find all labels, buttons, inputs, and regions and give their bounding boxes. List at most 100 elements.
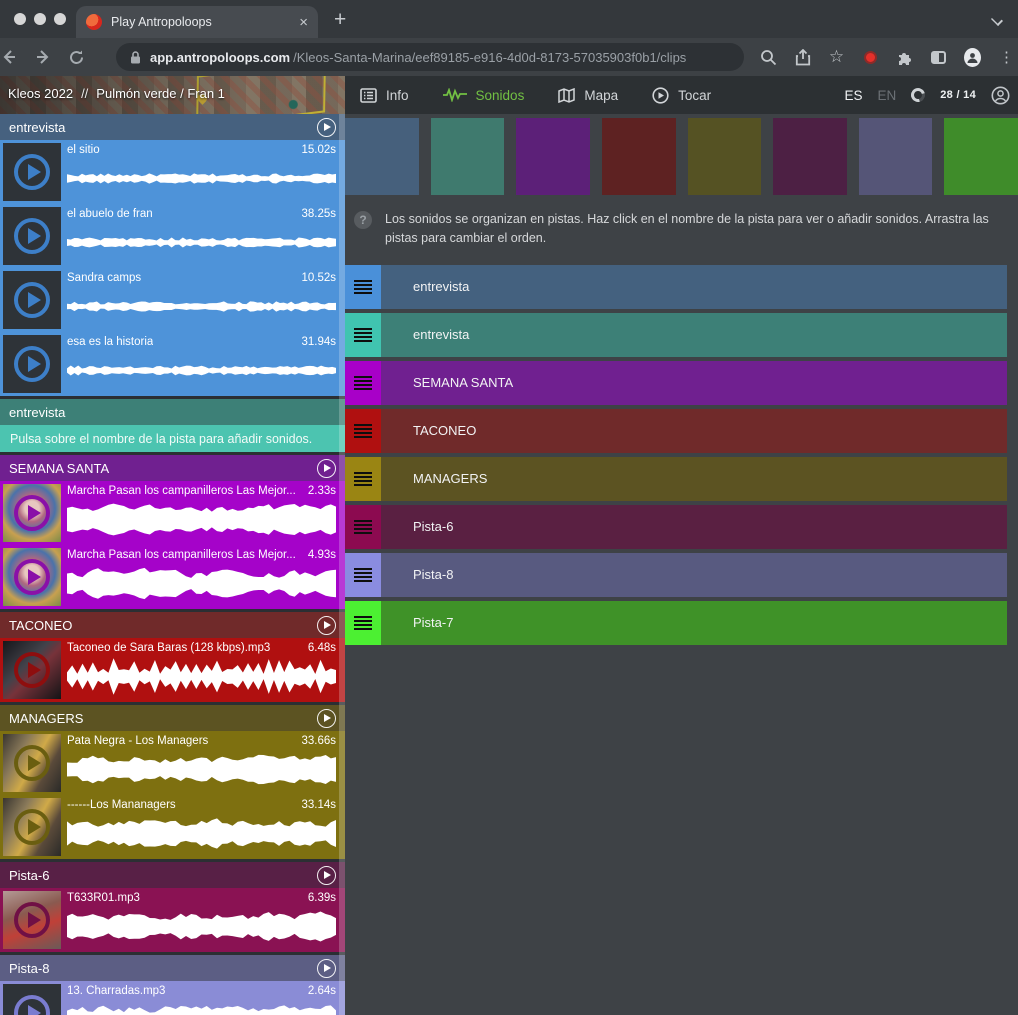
- clip-row[interactable]: Marcha Pasan los campanilleros Las Mejor…: [0, 481, 345, 545]
- window-minimize-button[interactable]: [34, 13, 46, 25]
- track-header[interactable]: Pista-6: [0, 862, 345, 888]
- play-track-icon[interactable]: [317, 709, 336, 728]
- track-row[interactable]: entrevista: [345, 313, 1007, 357]
- browser-tab[interactable]: Play Antropoloops ×: [76, 6, 318, 38]
- clip-row[interactable]: 13. Charradas.mp3 2.64s: [0, 981, 345, 1015]
- track-header[interactable]: Pista-8: [0, 955, 345, 981]
- waveform: [67, 907, 336, 946]
- drag-handle[interactable]: [345, 601, 381, 645]
- track-header[interactable]: SEMANA SANTA: [0, 455, 345, 481]
- play-track-icon[interactable]: [317, 616, 336, 635]
- track-row-name[interactable]: SEMANA SANTA: [413, 375, 513, 390]
- clip-duration: 2.64s: [308, 985, 336, 997]
- language-en-button[interactable]: EN: [877, 88, 896, 103]
- language-es-button[interactable]: ES: [844, 88, 862, 103]
- play-track-icon[interactable]: [317, 459, 336, 478]
- tab-mapa[interactable]: Mapa: [558, 88, 618, 103]
- side-panel-icon[interactable]: [930, 49, 947, 66]
- clip-thumbnail[interactable]: [3, 798, 61, 856]
- track-row-name[interactable]: entrevista: [413, 327, 469, 342]
- new-tab-button[interactable]: +: [334, 8, 346, 32]
- drag-handle[interactable]: [345, 265, 381, 309]
- play-track-icon[interactable]: [317, 866, 336, 885]
- forward-button[interactable]: [34, 48, 68, 66]
- window-close-button[interactable]: [14, 13, 26, 25]
- clip-duration: 38.25s: [301, 208, 336, 220]
- track-row-name[interactable]: MANAGERS: [413, 471, 487, 486]
- track-row[interactable]: TACONEO: [345, 409, 1007, 453]
- browser-menu-icon[interactable]: ⋮: [998, 49, 1015, 66]
- track-row-name[interactable]: Pista-7: [413, 615, 453, 630]
- clip-row[interactable]: el sitio 15.02s: [0, 140, 345, 204]
- drag-handle[interactable]: [345, 409, 381, 453]
- clip-thumbnail[interactable]: [3, 484, 61, 542]
- waveform: [67, 564, 336, 603]
- tab-tocar[interactable]: Tocar: [652, 87, 711, 104]
- breadcrumb: Kleos 2022 // Pulmón verde / Fran 1: [8, 86, 225, 101]
- track-row-name[interactable]: entrevista: [413, 279, 469, 294]
- clip-thumbnail[interactable]: [3, 548, 61, 606]
- reload-button[interactable]: [68, 49, 102, 66]
- track-row[interactable]: Pista-7: [345, 601, 1007, 645]
- waveform: [67, 750, 336, 789]
- back-button[interactable]: [0, 48, 34, 66]
- clip-thumbnail[interactable]: [3, 271, 61, 329]
- drag-handle-icon: [354, 376, 372, 390]
- extensions-puzzle-icon[interactable]: [896, 49, 913, 66]
- drag-handle[interactable]: [345, 553, 381, 597]
- address-bar[interactable]: app.antropoloops.com /Kleos-Santa-Marina…: [116, 43, 744, 71]
- track-row[interactable]: entrevista: [345, 265, 1007, 309]
- track-row[interactable]: Pista-6: [345, 505, 1007, 549]
- clip-row[interactable]: Pata Negra - Los Managers 33.66s: [0, 731, 345, 795]
- clip-thumbnail[interactable]: [3, 984, 61, 1015]
- track-header[interactable]: MANAGERS: [0, 705, 345, 731]
- clip-thumbnail[interactable]: [3, 641, 61, 699]
- clip-thumbnail[interactable]: [3, 143, 61, 201]
- tab-info[interactable]: Info: [360, 88, 409, 103]
- map-icon: [558, 88, 575, 103]
- clip-row[interactable]: Taconeo de Sara Baras (128 kbps).mp3 6.4…: [0, 638, 345, 702]
- clip-thumbnail[interactable]: [3, 734, 61, 792]
- track-name: Pista-8: [9, 961, 317, 976]
- clip-title: Taconeo de Sara Baras (128 kbps).mp3: [67, 642, 270, 654]
- track-row[interactable]: Pista-8: [345, 553, 1007, 597]
- drag-handle[interactable]: [345, 361, 381, 405]
- drag-handle[interactable]: [345, 457, 381, 501]
- track-header[interactable]: entrevista: [0, 399, 345, 425]
- clip-thumbnail[interactable]: [3, 335, 61, 393]
- project-map-thumbnail[interactable]: Kleos 2022 // Pulmón verde / Fran 1: [0, 76, 345, 114]
- clip-row[interactable]: Marcha Pasan los campanilleros Las Mejor…: [0, 545, 345, 609]
- track-row[interactable]: MANAGERS: [345, 457, 1007, 501]
- track-header[interactable]: TACONEO: [0, 612, 345, 638]
- clip-row[interactable]: el abuelo de fran 38.25s: [0, 204, 345, 268]
- track-row-name[interactable]: Pista-6: [413, 519, 453, 534]
- drag-handle[interactable]: [345, 505, 381, 549]
- clip-duration: 33.66s: [301, 735, 336, 747]
- drag-handle[interactable]: [345, 313, 381, 357]
- clip-row[interactable]: Sandra camps 10.52s: [0, 268, 345, 332]
- window-zoom-button[interactable]: [54, 13, 66, 25]
- track-row-name[interactable]: TACONEO: [413, 423, 476, 438]
- profile-avatar-icon[interactable]: [964, 49, 981, 66]
- clip-row[interactable]: T633R01.mp3 6.39s: [0, 888, 345, 952]
- tab-sonidos[interactable]: Sonidos: [443, 88, 525, 103]
- track-header[interactable]: entrevista: [0, 114, 345, 140]
- play-track-icon[interactable]: [317, 118, 336, 137]
- breadcrumb-separator: //: [81, 86, 88, 101]
- track-row-name[interactable]: Pista-8: [413, 567, 453, 582]
- track-name: Pista-6: [9, 868, 317, 883]
- record-extension-icon[interactable]: [862, 49, 879, 66]
- clip-row[interactable]: ------Los Mananagers 33.14s: [0, 795, 345, 859]
- zoom-search-icon[interactable]: [760, 49, 777, 66]
- play-track-icon[interactable]: [317, 959, 336, 978]
- share-icon[interactable]: [794, 49, 811, 66]
- clip-title: ------Los Mananagers: [67, 799, 176, 811]
- tab-close-icon[interactable]: ×: [299, 15, 308, 30]
- clip-row[interactable]: esa es la historia 31.94s: [0, 332, 345, 396]
- bookmark-star-icon[interactable]: ☆: [828, 49, 845, 66]
- clip-thumbnail[interactable]: [3, 891, 61, 949]
- tab-list-chevron-icon[interactable]: [992, 15, 1002, 25]
- clip-thumbnail[interactable]: [3, 207, 61, 265]
- track-row[interactable]: SEMANA SANTA: [345, 361, 1007, 405]
- account-icon[interactable]: [991, 86, 1010, 105]
